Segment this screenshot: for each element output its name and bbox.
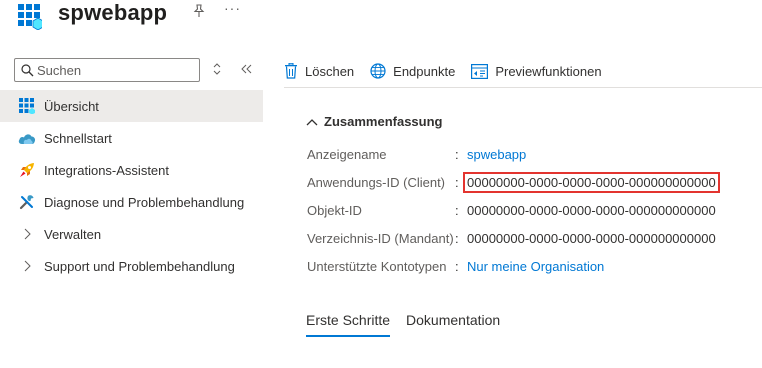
preview-features-icon: [471, 63, 489, 79]
sidebar-item-uebersicht[interactable]: Übersicht: [0, 90, 263, 122]
sidebar-item-integrations-assistent[interactable]: Integrations-Assistent: [0, 154, 263, 186]
preview-features-button[interactable]: Previewfunktionen: [471, 63, 602, 79]
sidebar-item-schnellstart[interactable]: Schnellstart: [0, 122, 263, 154]
essentials-table: Anzeigename : spwebapp Anwendungs-ID (Cl…: [307, 140, 720, 280]
sidebar-item-label: Übersicht: [44, 98, 99, 114]
sidebar-item-label: Schnellstart: [44, 130, 112, 146]
cloud-icon: [18, 129, 36, 147]
collapse-sidebar-icon[interactable]: [240, 63, 252, 75]
trash-icon: [285, 63, 297, 79]
application-id-value[interactable]: 00000000-0000-0000-0000-000000000000: [463, 171, 720, 193]
wrench-icon: [18, 193, 36, 211]
essentials-label: Objekt-ID: [307, 202, 362, 218]
page-header: spwebapp ···: [0, 0, 762, 40]
endpoints-button[interactable]: Endpunkte: [370, 63, 455, 79]
command-bar: Löschen Endpunkte Previewfunktionen: [284, 59, 618, 83]
essentials-separator: :: [455, 146, 459, 162]
app-grid-icon: [18, 97, 36, 115]
pin-icon[interactable]: [192, 4, 206, 18]
search-box: [14, 58, 200, 82]
search-input[interactable]: [37, 62, 187, 78]
essentials-row-display-name: Anzeigename : spwebapp: [307, 140, 720, 168]
sidebar-item-label: Integrations-Assistent: [44, 162, 170, 178]
sidebar-item-label: Diagnose und Problembehandlung: [44, 194, 245, 210]
sidebar-nav: Übersicht Schnellstart Integrations-Assi…: [0, 90, 263, 282]
sidebar-item-label: Support und Problembehandlung: [44, 258, 235, 274]
expand-collapse-icon[interactable]: [212, 63, 222, 75]
essentials-row-object-id: Objekt-ID : 00000000-0000-0000-0000-0000…: [307, 196, 720, 224]
essentials-row-tenant-id: Verzeichnis-ID (Mandant) : 00000000-0000…: [307, 224, 720, 252]
essentials-row-account-types: Unterstützte Kontotypen : Nur meine Orga…: [307, 252, 720, 280]
endpoints-button-label: Endpunkte: [393, 63, 456, 79]
object-id-value[interactable]: 00000000-0000-0000-0000-000000000000: [467, 203, 716, 218]
essentials-separator: :: [455, 202, 459, 218]
search-icon: [21, 64, 34, 77]
tab-erste-schritte[interactable]: Erste Schritte: [306, 312, 391, 337]
toolbar-divider: [284, 87, 762, 88]
essentials-title: Zusammenfassung: [324, 114, 443, 129]
chevron-right-icon: [18, 225, 36, 243]
sidebar-item-label: Verwalten: [44, 226, 102, 242]
essentials-separator: :: [455, 258, 459, 274]
tab-dokumentation[interactable]: Dokumentation: [406, 312, 500, 337]
delete-button[interactable]: Löschen: [284, 63, 354, 79]
overview-tabs: Erste Schritte Dokumentation: [306, 312, 516, 337]
display-name-link[interactable]: spwebapp: [467, 147, 526, 162]
essentials-label: Unterstützte Kontotypen: [307, 258, 447, 274]
essentials-row-application-id: Anwendungs-ID (Client) : 00000000-0000-0…: [307, 168, 720, 196]
preview-features-label: Previewfunktionen: [495, 63, 602, 79]
delete-button-label: Löschen: [305, 63, 355, 79]
essentials-label: Verzeichnis-ID (Mandant): [307, 230, 454, 246]
chevron-right-icon: [18, 257, 36, 275]
essentials-separator: :: [455, 230, 459, 246]
app-registration-icon: [18, 4, 42, 30]
rocket-icon: [18, 161, 36, 179]
tenant-id-value[interactable]: 00000000-0000-0000-0000-000000000000: [467, 231, 716, 246]
chevron-up-icon: [306, 118, 318, 125]
sidebar-item-diagnose[interactable]: Diagnose und Problembehandlung: [0, 186, 263, 218]
more-options-icon[interactable]: ···: [224, 0, 241, 16]
account-types-link[interactable]: Nur meine Organisation: [467, 259, 604, 274]
sidebar-item-support[interactable]: Support und Problembehandlung: [0, 250, 263, 282]
page-title: spwebapp: [58, 0, 168, 25]
essentials-label: Anzeigename: [307, 146, 387, 162]
essentials-toggle[interactable]: Zusammenfassung: [306, 114, 442, 129]
globe-icon: [370, 63, 386, 79]
sidebar-item-verwalten[interactable]: Verwalten: [0, 218, 263, 250]
essentials-label: Anwendungs-ID (Client): [307, 174, 446, 190]
